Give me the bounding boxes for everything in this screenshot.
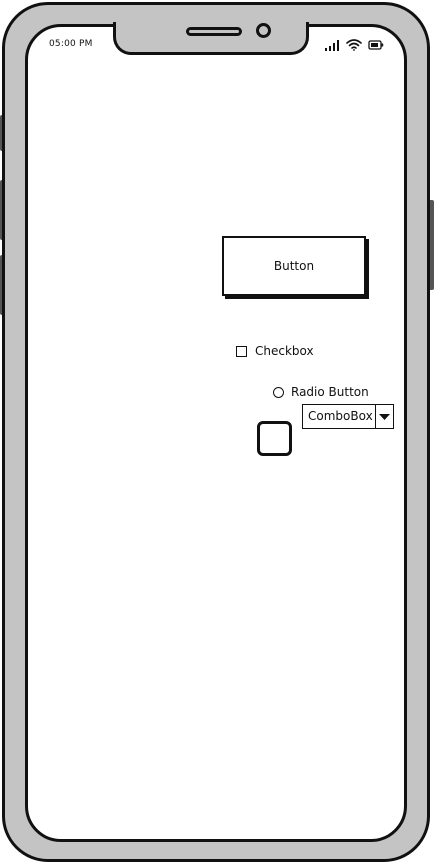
caret-down-icon[interactable] — [375, 405, 393, 428]
speaker-icon — [186, 27, 242, 36]
radio-button-control[interactable]: Radio Button — [273, 385, 369, 399]
phone-mockup-page: 05:00 PM Button Checkbox Radio Button Co… — [0, 0, 434, 867]
combobox[interactable]: ComboBox — [302, 404, 394, 429]
status-time: 05:00 PM — [49, 39, 93, 49]
checkbox-box[interactable] — [236, 345, 247, 357]
phone-screen — [25, 24, 407, 842]
battery-icon — [368, 40, 384, 50]
primary-button-label: Button — [273, 259, 315, 273]
combobox-value: ComboBox — [308, 409, 373, 423]
front-camera-icon — [256, 23, 271, 38]
radio-button-label: Radio Button — [291, 385, 369, 399]
primary-button[interactable]: Button — [222, 236, 366, 296]
status-icons — [323, 37, 385, 53]
wifi-icon — [346, 39, 362, 51]
square-toggle[interactable] — [257, 421, 292, 456]
checkbox-label: Checkbox — [255, 344, 314, 358]
radio-circle[interactable] — [273, 386, 284, 398]
cellular-signal-icon — [325, 40, 339, 51]
checkbox-control[interactable]: Checkbox — [236, 344, 314, 358]
